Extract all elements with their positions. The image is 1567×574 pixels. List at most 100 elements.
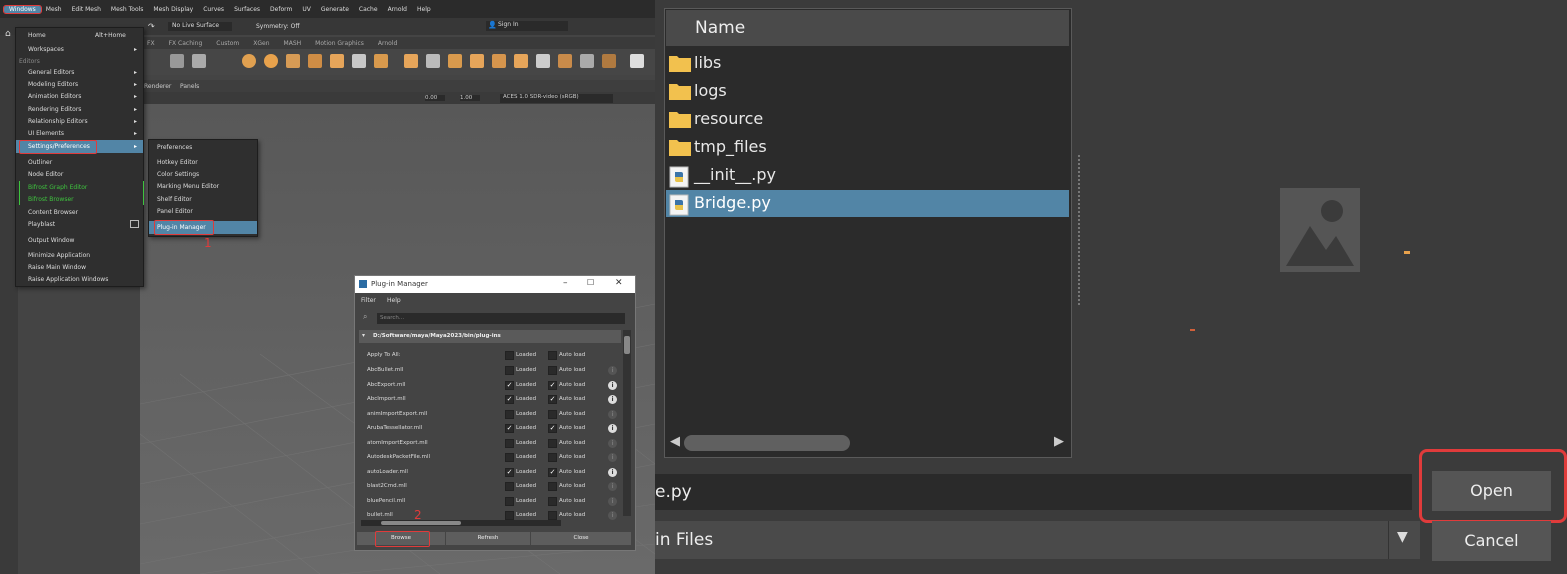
shelf-tool-icon[interactable] [308,54,322,68]
shelf-tool-icon[interactable] [580,54,594,68]
autoload-checkbox[interactable]: ✓ [548,467,557,477]
loaded-checkbox[interactable] [505,438,514,448]
loaded-checkbox[interactable]: ✓ [505,395,514,404]
plugin-row[interactable]: atomImportExport.mll Loaded Auto load i [367,437,622,451]
menu-filter[interactable]: Filter [361,297,376,304]
apply-all-loaded-checkbox[interactable] [505,351,514,360]
menu-mesh-tools[interactable]: Mesh Tools [106,6,148,13]
file-type-select[interactable]: in Files ▼ [655,521,1420,559]
shelf-tool-icon[interactable] [536,54,550,68]
chevron-down-icon[interactable]: ▼ [1397,529,1408,545]
menu-item-outliner[interactable]: Outliner [28,159,52,166]
shelf-tool-icon[interactable] [374,54,388,68]
menu-item-home[interactable]: Home [28,32,46,39]
refresh-button[interactable]: Refresh [446,532,530,545]
autoload-checkbox[interactable]: ✓ [548,395,557,404]
plugin-row[interactable]: blast2Cmd.mll Loaded Auto load i [367,480,622,494]
menu-deform[interactable]: Deform [265,6,297,13]
shelf-tool-icon[interactable] [170,54,184,68]
menu-item-node-editor[interactable]: Node Editor [28,171,63,178]
live-surface-field[interactable]: No Live Surface [168,22,232,31]
close-button[interactable]: Close [531,532,631,545]
file-item[interactable]: tmp_files [666,134,1069,161]
info-icon[interactable]: i [608,424,617,433]
menu-item-ui-elements[interactable]: UI Elements [28,130,64,137]
submenu-shelf-editor[interactable]: Shelf Editor [157,196,192,203]
name-column-header[interactable]: Name [666,10,1069,46]
shelf-tool-icon[interactable] [470,54,484,68]
shelf-tool-icon[interactable] [492,54,506,68]
menu-item-raise-app[interactable]: Raise Application Windows [28,276,108,283]
file-list-hscrollbar[interactable]: ◀ ▶ [666,432,1069,454]
menu-item-content-browser[interactable]: Content Browser [28,209,78,216]
shelf-tool-icon[interactable] [264,54,278,68]
shelf-tool-icon[interactable] [448,54,462,68]
plugin-row[interactable]: AbcExport.mll ✓ Loaded ✓ Auto load i [367,379,622,393]
scroll-thumb[interactable] [684,435,850,451]
shelf-tab[interactable]: Arnold [371,40,404,47]
shelf-tool-icon[interactable] [514,54,528,68]
info-icon[interactable]: i [608,482,617,491]
autoload-checkbox[interactable] [548,409,557,419]
plugin-row[interactable]: AbcImport.mll ✓ Loaded ✓ Auto load i [367,393,622,407]
file-item[interactable]: __init__.py [666,162,1069,189]
info-icon[interactable]: i [608,409,617,419]
loaded-checkbox[interactable] [505,482,514,491]
info-icon[interactable]: i [608,380,617,390]
submenu-hotkey-editor[interactable]: Hotkey Editor [157,159,198,166]
info-icon[interactable]: i [608,511,617,520]
info-icon[interactable]: i [608,438,617,448]
plugin-row[interactable]: bluePencil.mll Loaded Auto load i [367,495,622,509]
file-item[interactable]: resource [666,106,1069,133]
plugin-row[interactable]: animImportExport.mll Loaded Auto load i [367,408,622,422]
menu-item-modeling-editors[interactable]: Modeling Editors [28,81,78,88]
shelf-tool-icon[interactable] [426,54,440,68]
shelf-tool-icon[interactable] [404,54,418,68]
info-icon[interactable]: i [608,453,617,462]
menu-help[interactable]: Help [387,297,401,304]
autoload-checkbox[interactable] [548,366,557,375]
sign-in-field[interactable]: Sign In [486,21,568,31]
loaded-checkbox[interactable] [505,409,514,419]
plugin-row[interactable]: ArubaTessellator.mll ✓ Loaded ✓ Auto load i [367,422,622,436]
info-icon[interactable]: i [608,366,617,375]
filename-input[interactable]: e.py [655,474,1412,510]
shelf-tool-icon[interactable] [630,54,644,68]
menu-item-output-window[interactable]: Output Window [28,237,74,244]
file-item[interactable]: Bridge.py [666,190,1069,217]
menu-item-animation-editors[interactable]: Animation Editors [28,93,81,100]
playblast-options-icon[interactable] [130,220,139,228]
menu-arnold[interactable]: Arnold [383,6,412,13]
menu-item-bifrost-graph[interactable]: Bifrost Graph Editor [28,184,87,191]
menu-item-relationship-editors[interactable]: Relationship Editors [28,118,88,125]
splitter-handle[interactable] [1078,155,1082,305]
loaded-checkbox[interactable]: ✓ [505,380,514,390]
shelf-tool-icon[interactable] [602,54,616,68]
menu-item-rendering-editors[interactable]: Rendering Editors [28,106,81,113]
autoload-checkbox[interactable] [548,511,557,520]
shelf-tool-icon[interactable] [352,54,366,68]
minimize-icon[interactable]: – [563,278,568,288]
menu-mesh-display[interactable]: Mesh Display [148,6,198,13]
autoload-checkbox[interactable] [548,482,557,491]
plugin-row[interactable]: autoLoader.mll ✓ Loaded ✓ Auto load i [367,466,622,480]
submenu-preferences[interactable]: Preferences [157,144,192,151]
autoload-checkbox[interactable]: ✓ [548,424,557,433]
colorspace-select[interactable]: ACES 1.0 SDR-video (sRGB) [500,94,613,103]
shelf-tool-icon[interactable] [242,54,256,68]
menu-surfaces[interactable]: Surfaces [229,6,265,13]
loaded-checkbox[interactable] [505,453,514,462]
shelf-tool-icon[interactable] [558,54,572,68]
scroll-left-icon[interactable]: ◀ [670,434,680,449]
loaded-checkbox[interactable]: ✓ [505,424,514,433]
maximize-icon[interactable]: ☐ [587,278,594,287]
loaded-checkbox[interactable] [505,511,514,520]
shelf-tool-icon[interactable] [330,54,344,68]
menu-curves[interactable]: Curves [198,6,229,13]
plugin-path-header[interactable]: ▾ D:/Software/maya/Maya2023/bin/plug-ins [359,330,621,343]
menu-item-playblast[interactable]: Playblast [28,221,55,228]
file-item[interactable]: libs [666,50,1069,77]
panel-menu-panels[interactable]: Panels [180,83,199,90]
home-icon[interactable]: ⌂ [5,29,11,39]
gamma-field[interactable]: 1.00 [460,95,480,101]
